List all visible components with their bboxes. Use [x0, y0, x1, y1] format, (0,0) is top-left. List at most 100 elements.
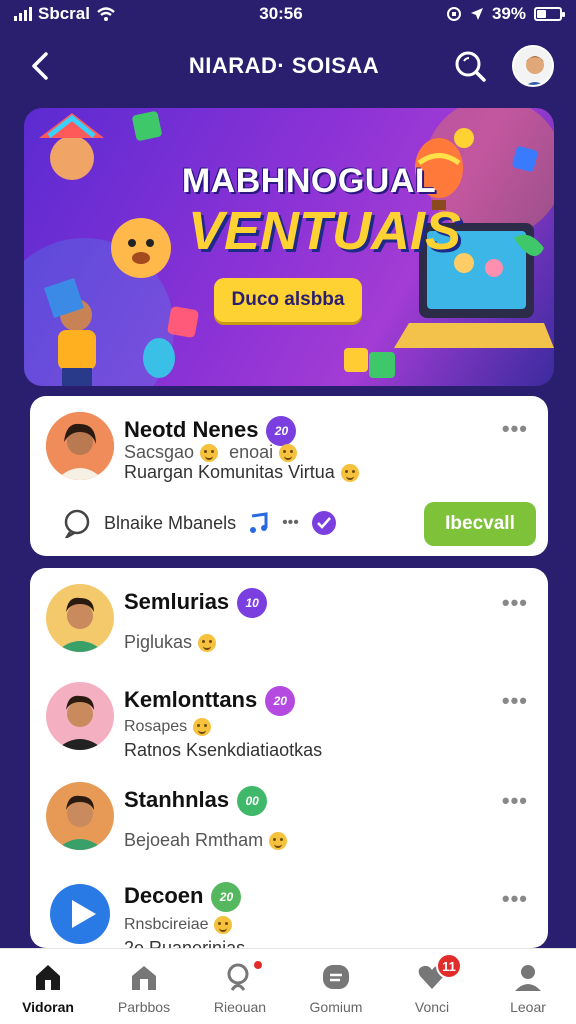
battery-percent: 39%	[491, 4, 526, 23]
bottom-navigation: Vidoran Parbbos Rieouan Gomium 11 Vonci Leoar	[0, 948, 576, 1024]
contact-status: Piglukas	[124, 632, 217, 653]
lock-rotation-icon	[446, 7, 461, 21]
nav-item-vonci[interactable]: 11 Vonci	[384, 953, 480, 1015]
banner-title: MABHNOGUAL	[181, 162, 437, 200]
community-name-text: Neotd Nenes	[124, 416, 259, 442]
avatar	[46, 412, 114, 480]
clock: 30:56	[259, 4, 303, 23]
wifi-icon	[97, 7, 115, 21]
nav-label: Vonci	[414, 999, 450, 1015]
contact-description: 2e Ruanerinias	[124, 938, 246, 948]
smile-emoji-icon	[200, 444, 219, 463]
back-button[interactable]	[22, 46, 58, 86]
battery-icon	[534, 7, 565, 21]
level-badge: 20	[265, 686, 296, 716]
level-badge: 20	[211, 882, 242, 912]
nav-item-leoar[interactable]: Leoar	[480, 959, 576, 1015]
notification-dot	[252, 959, 264, 971]
carrier-label: Sbcral	[38, 4, 90, 23]
location-icon	[470, 8, 483, 20]
signal-icon	[14, 7, 32, 21]
channel-row[interactable]: Blnaike Mbanels •••	[62, 508, 337, 538]
contact-list: Semlurias 10 Piglukas ••• Kemlonttans 20 Rosap…	[30, 568, 548, 948]
avatar	[46, 682, 114, 750]
list-item[interactable]: Semlurias 10 Piglukas •••	[30, 584, 548, 680]
contact-status: Rosapes	[124, 718, 212, 736]
search-button[interactable]	[450, 46, 490, 86]
music-icon	[250, 512, 268, 533]
store-icon	[126, 959, 162, 995]
contact-name: Kemlonttans 20	[124, 686, 296, 716]
more-options-button[interactable]: •••	[502, 590, 528, 616]
nav-label: Leoar	[510, 999, 546, 1015]
status-left: Sbcral	[14, 4, 116, 24]
nav-label: Gomium	[309, 999, 363, 1015]
nav-item-parbbos[interactable]: Parbbos	[96, 959, 192, 1015]
avatar	[46, 584, 114, 652]
list-item[interactable]: Decoen 20 Rnsbcireiae 2e Ruanerinias •••	[30, 880, 548, 948]
avatar-illustration	[56, 695, 104, 750]
avatar-illustration	[56, 597, 104, 652]
profile-avatar[interactable]	[512, 45, 554, 87]
avatar	[46, 782, 114, 850]
page-title: NIARAD· SOISAA	[188, 53, 380, 78]
chevron-left-icon	[32, 52, 48, 80]
contact-description: Ratnos Ksenkdiatiaotkas	[124, 740, 323, 760]
nav-item-vidoran[interactable]: Vidoran	[0, 959, 96, 1015]
community-subtitle: Sacsgao enoai	[124, 442, 298, 463]
more-options-button[interactable]: •••	[502, 788, 528, 814]
smile-emoji-icon	[193, 718, 212, 736]
avatar	[46, 880, 114, 948]
subtitle-text-b: enoai	[229, 442, 274, 462]
subtitle-text: Sacsgao	[124, 442, 195, 462]
notification-badge: 11	[436, 953, 462, 979]
app-header: NIARAD· SOISAA	[0, 36, 576, 96]
nav-item-rieouan[interactable]: Rieouan	[192, 959, 288, 1015]
nav-label: Parbbos	[117, 999, 171, 1015]
banner-cta-button[interactable]: Duco alsbba	[214, 278, 362, 322]
contact-status-text: Piglukas	[124, 632, 193, 652]
search-icon	[455, 51, 486, 82]
home-icon	[30, 959, 66, 995]
status-right: 39%	[446, 4, 565, 24]
join-button[interactable]: Ibecvall	[424, 502, 536, 546]
chat-icon	[64, 509, 90, 538]
nav-item-gomium[interactable]: Gomium	[288, 959, 384, 1015]
dots-separator: •••	[282, 514, 299, 531]
contact-name-text: Semlurias	[124, 588, 230, 614]
contact-status-text: Bejoeah Rmtham	[124, 830, 264, 850]
contact-status-text: Rnsbcireiae	[124, 916, 209, 934]
description-text: Ruargan Komunitas Virtua	[124, 462, 335, 482]
chat-icon	[318, 959, 354, 995]
promo-banner[interactable]: MABHNOGUAL VENTUAIS Duco alsbba	[24, 108, 554, 386]
featured-community-card[interactable]: Neotd Nenes 20 Sacsgao enoai Ruargan Komu…	[30, 396, 548, 556]
contact-name-text: Decoen	[124, 882, 204, 908]
smile-emoji-icon	[269, 832, 288, 851]
level-badge: 10	[237, 588, 268, 618]
contact-name: Stanhnlas 00	[124, 786, 268, 816]
more-options-button[interactable]: •••	[502, 416, 528, 442]
channel-label: Blnaike Mbanels	[104, 512, 237, 533]
status-bar: Sbcral 30:56 39%	[0, 0, 576, 28]
list-item[interactable]: Kemlonttans 20 Rosapes Ratnos Ksenkdiatiaot…	[30, 682, 548, 778]
profile-icon	[510, 959, 546, 995]
more-options-button[interactable]: •••	[502, 886, 528, 912]
nav-label: Vidoran	[22, 999, 74, 1015]
more-options-button[interactable]: •••	[502, 688, 528, 714]
play-icon	[50, 884, 110, 944]
contact-name-text: Stanhnlas	[124, 786, 230, 812]
avatar-illustration	[46, 412, 114, 480]
nav-label: Rieouan	[213, 999, 267, 1015]
banner-subtitle: VENTUAIS	[188, 201, 462, 261]
contact-status-text: Rosapes	[124, 718, 188, 736]
contact-name: Decoen 20	[124, 882, 242, 912]
checkmark-icon	[311, 511, 336, 535]
smile-emoji-icon	[214, 916, 233, 934]
contact-status: Rnsbcireiae	[124, 916, 233, 934]
list-item[interactable]: Stanhnlas 00 Bejoeah Rmtham •••	[30, 782, 548, 878]
avatar-illustration	[56, 795, 104, 850]
contact-status: Bejoeah Rmtham	[124, 830, 288, 851]
smile-emoji-icon	[279, 444, 298, 463]
grin-emoji-icon	[340, 464, 359, 483]
header-actions	[450, 45, 554, 87]
